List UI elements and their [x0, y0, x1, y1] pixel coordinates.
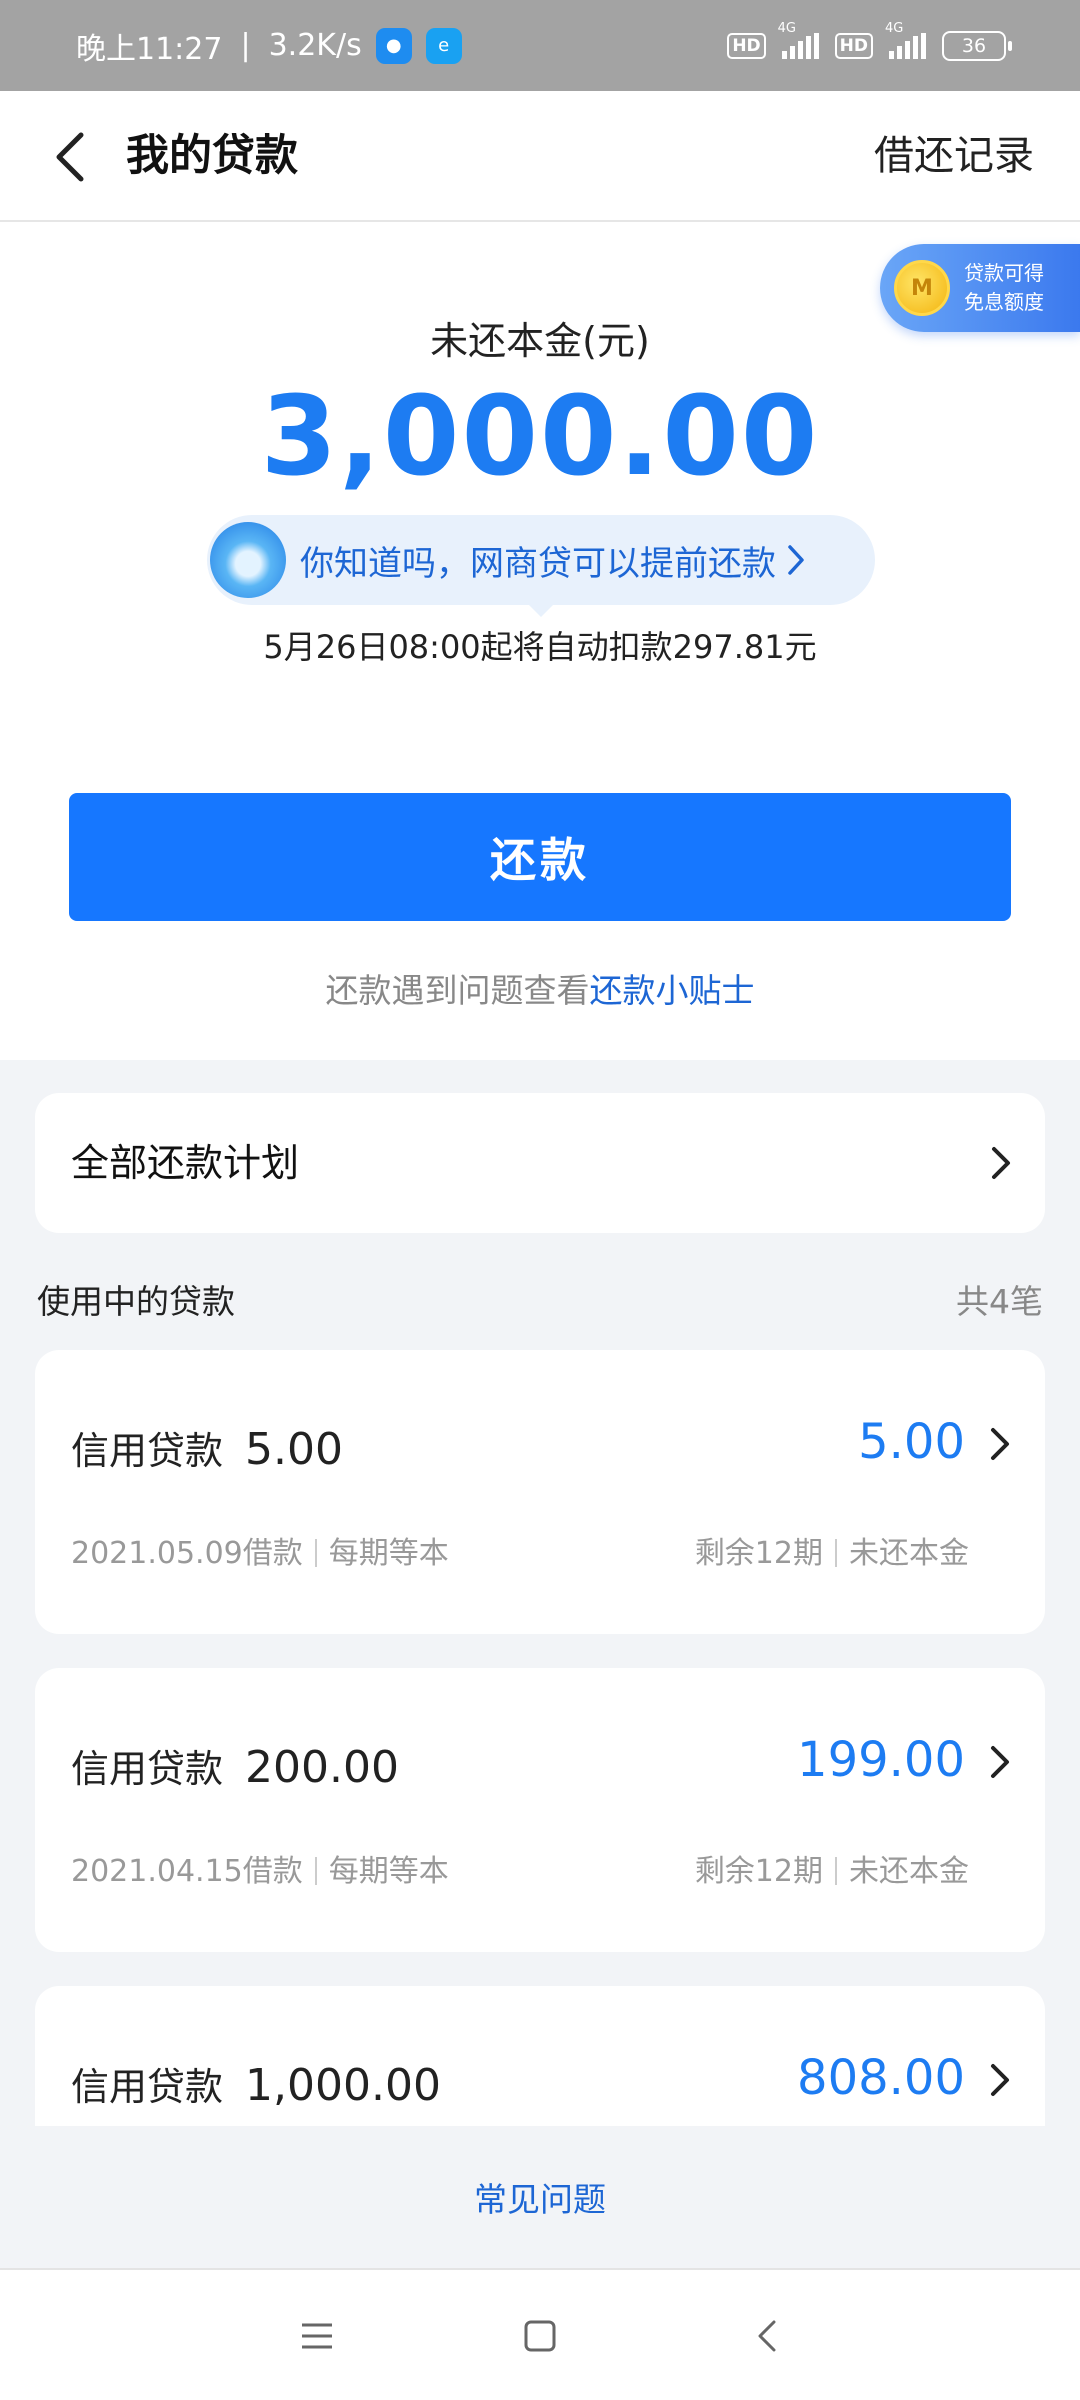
repayment-method: 每期等本	[328, 1536, 449, 1571]
loan-amount: 1,000.00	[245, 2060, 441, 2111]
nav-bar: 我的贷款 借还记录	[0, 91, 1080, 222]
early-repayment-tip[interactable]: 你知道吗，网商贷可以提前还款	[207, 515, 875, 617]
chat-app-icon: ●	[375, 27, 412, 64]
loan-remaining-principal: 808.00	[797, 2050, 965, 2106]
remaining-principal-label: 未还本金	[849, 1536, 969, 1571]
repayment-help: 还款遇到问题查看还款小贴士	[0, 964, 1080, 1012]
repayment-tips-link[interactable]: 还款小贴士	[590, 971, 755, 1010]
loan-summary: M 贷款可得 免息额度 未还本金(元) 3,000.00 你知道吗，网商贷可以提…	[0, 222, 1080, 1060]
loan-title: 信用贷款 1,000.00	[71, 2056, 441, 2111]
chevron-right-icon	[983, 1143, 1019, 1183]
loan-list: 信用贷款 5.00 5.00 2021.05.09借款 每期等本 剩余12期 未还本金…	[35, 1350, 1045, 2126]
loan-type: 信用贷款	[71, 1747, 224, 1791]
active-loans-heading: 使用中的贷款	[37, 1282, 235, 1321]
back-icon[interactable]	[737, 2306, 797, 2366]
chevron-right-icon	[985, 1742, 1015, 1782]
plan-label: 全部还款计划	[71, 1141, 300, 1185]
loan-records-link[interactable]: 借还记录	[874, 91, 1034, 222]
help-prefix: 还款遇到问题查看	[325, 971, 590, 1010]
net-speed: 3.2K/s	[268, 28, 362, 63]
auto-debit-notice: 5月26日08:00起将自动扣款297.81元	[263, 628, 817, 666]
repay-button[interactable]: 还款	[69, 793, 1011, 921]
remaining-periods: 剩余12期	[694, 1854, 823, 1889]
loan-card[interactable]: 信用贷款 5.00 5.00 2021.05.09借款 每期等本 剩余12期 未还本金	[35, 1350, 1045, 1634]
menu-icon[interactable]	[287, 2306, 347, 2366]
loan-title: 信用贷款 200.00	[71, 1738, 399, 1793]
divider	[314, 1539, 317, 1567]
signal-icon-2: 4G	[885, 21, 926, 59]
chevron-right-icon	[985, 2060, 1015, 2100]
network-type-label-2: 4G	[885, 20, 904, 36]
all-repayment-plans-row[interactable]: 全部还款计划	[35, 1093, 1045, 1233]
tip-text: 你知道吗，网商贷可以提前还款	[300, 543, 776, 584]
loan-type: 信用贷款	[71, 2065, 224, 2109]
divider	[314, 1857, 317, 1885]
loan-title: 信用贷款 5.00	[71, 1420, 343, 1475]
outstanding-principal-label: 未还本金(元)	[430, 319, 650, 363]
system-nav-bar	[0, 2268, 1080, 2400]
chevron-right-icon	[786, 543, 806, 577]
page-title: 我的贷款	[126, 131, 298, 181]
status-separator: |	[240, 28, 251, 63]
loan-type: 信用贷款	[71, 1429, 224, 1473]
loan-card[interactable]: 信用贷款 200.00 199.00 2021.04.15借款 每期等本 剩余12期…	[35, 1668, 1045, 1952]
active-loans-count: 共4笔	[956, 1282, 1043, 1321]
hd-icon: HD	[727, 32, 766, 59]
loan-amount: 200.00	[245, 1742, 399, 1793]
status-time: 晚上11:27	[76, 31, 223, 67]
loan-meta: 2021.05.09借款 每期等本	[71, 1528, 449, 1572]
loan-date: 2021.05.09借款	[71, 1536, 303, 1571]
status-bar: 晚上11:27 | 3.2K/s ● e HD 4G HD 4G 36	[0, 0, 1080, 91]
loan-amount: 5.00	[245, 1424, 343, 1475]
coin-icon: M	[894, 260, 950, 316]
divider	[835, 1539, 837, 1567]
loan-remaining-principal: 199.00	[797, 1732, 965, 1788]
remaining-principal-label: 未还本金	[849, 1854, 969, 1889]
loan-card[interactable]: 信用贷款 1,000.00 808.00	[35, 1986, 1045, 2126]
loan-date: 2021.04.15借款	[71, 1854, 303, 1889]
browser-app-icon: e	[425, 27, 462, 64]
loan-meta-right: 剩余12期 未还本金	[695, 1846, 969, 1890]
battery-icon: 36	[942, 30, 1012, 61]
loan-remaining-principal: 5.00	[858, 1414, 965, 1470]
assistant-avatar-icon	[210, 522, 286, 598]
faq-link[interactable]: 常见问题	[0, 2126, 1080, 2268]
home-icon[interactable]	[510, 2306, 570, 2366]
back-arrow-icon[interactable]	[40, 127, 100, 187]
loan-meta-right: 剩余12期 未还本金	[695, 1528, 969, 1572]
repayment-method: 每期等本	[328, 1854, 449, 1889]
divider	[835, 1857, 837, 1885]
coupon-line-1: 贷款可得	[964, 261, 1044, 285]
signal-icon: 4G	[778, 21, 819, 59]
remaining-periods: 剩余12期	[694, 1536, 823, 1571]
chevron-right-icon	[985, 1424, 1015, 1464]
loan-meta: 2021.04.15借款 每期等本	[71, 1846, 449, 1890]
outstanding-principal-amount: 3,000.00	[260, 372, 820, 500]
network-type-label: 4G	[777, 20, 797, 36]
hd-icon-2: HD	[834, 32, 873, 59]
